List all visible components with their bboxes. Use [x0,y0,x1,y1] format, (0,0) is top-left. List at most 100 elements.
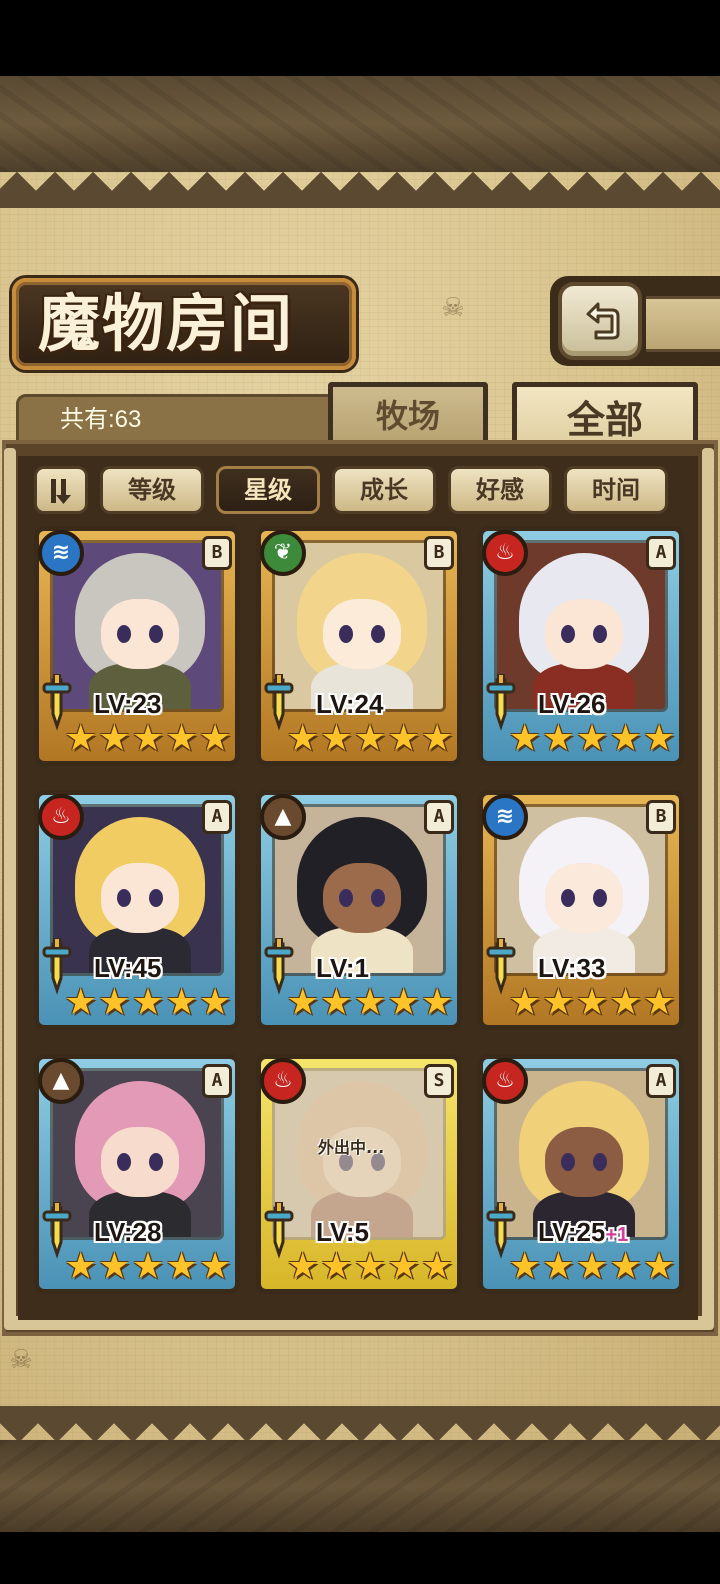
sort-by-affection-button[interactable]: 好感 [448,466,552,514]
portrait-face [101,1127,179,1197]
star-icon: ★ [575,982,609,1023]
star-icon: ★ [98,982,131,1023]
star-icon: ★ [609,1246,642,1287]
star-icon: ★ [542,982,575,1023]
level-value: LV:5 [316,1217,369,1247]
tab-ranch[interactable]: 牧场 [328,382,488,442]
monster-card[interactable]: ▲ A LV:1 ★ ★ ★ ★ ★ [256,790,462,1030]
star-icon: ★ [64,1246,97,1287]
sort-order-toggle[interactable] [34,466,88,514]
star-rating: ★ ★ ★ ★ ★ [508,718,676,759]
star-icon: ★ [286,1246,319,1287]
level-value: LV:1 [316,953,369,983]
element-glyph: ❦ [273,540,293,565]
portrait-eye [339,625,353,643]
level-value: LV:45 [94,953,162,983]
skull-map-icon: ☠ [441,293,465,323]
monster-level: LV:45 [94,950,234,986]
earth-element-icon: ▲ [260,794,306,840]
water-element-icon: ≋ [482,794,528,840]
star-icon: ★ [131,718,165,759]
return-arrow-icon [586,302,620,340]
star-icon: ★ [98,718,131,759]
portrait-eye [561,625,575,643]
back-button-rail [646,296,720,352]
skull-map-icon: ☠ [9,1345,33,1375]
monster-card[interactable]: ≋ B LV:33 ★ ★ ★ ★ ★ [478,790,684,1030]
away-status-label: 外出中... [318,1138,385,1157]
portrait-eye [149,625,163,643]
element-glyph: ≋ [495,804,515,829]
monster-card[interactable]: ♨ A LV:26 ★ ★ ★ ★ ★ [478,526,684,766]
tab-ranch-label: 牧场 [375,397,440,435]
level-value: LV:33 [538,953,606,983]
element-glyph: ≋ [51,540,71,565]
monster-card[interactable]: ❦ B LV:24 ★ ★ ★ ★ ★ [256,526,462,766]
rank-badge: B [202,536,232,570]
element-glyph: ▲ [274,804,292,829]
portrait-face [101,599,179,669]
star-icon: ★ [199,718,232,759]
monster-card[interactable]: ♨ A LV:25+1 ★ ★ ★ ★ ★ [478,1054,684,1294]
monster-level: LV:24 [316,686,456,722]
sort-by-stars-button[interactable]: 星级 [216,466,320,514]
star-icon: ★ [387,718,420,759]
star-icon: ★ [320,718,353,759]
star-icon: ★ [609,982,642,1023]
star-icon: ★ [609,718,642,759]
torn-edge-bottom [0,1406,720,1442]
star-icon: ★ [421,982,454,1023]
rank-badge: A [202,1064,232,1098]
sort-by-growth-button[interactable]: 成长 [332,466,436,514]
portrait-face [545,863,623,933]
monster-level: LV:28 [94,1214,234,1250]
star-icon: ★ [353,982,387,1023]
fire-element-icon: ♨ [482,1058,528,1104]
monster-level: LV:5 [316,1214,456,1250]
portrait-eye [149,1153,163,1171]
monster-card[interactable]: ▲ A LV:28 ★ ★ ★ ★ ★ [34,1054,240,1294]
element-glyph: ♨ [495,1068,515,1093]
monster-level: LV:25+1 [538,1214,678,1250]
status-bar [0,0,720,76]
map-background-top [0,76,720,172]
star-rating: ★ ★ ★ ★ ★ [64,718,232,759]
monster-card[interactable]: ≋ B LV:23 ★ ★ ★ ★ ★ [34,526,240,766]
monster-card[interactable]: 外出中... ♨ S LV:5 ★ ★ ★ ★ ★ [256,1054,462,1294]
sort-by-time-button[interactable]: 时间 [564,466,668,514]
element-glyph: ♨ [51,804,71,829]
star-icon: ★ [199,1246,232,1287]
monster-level: LV:26 [538,686,678,722]
portrait-eye [593,889,607,907]
star-icon: ★ [64,718,97,759]
portrait-eye [117,625,131,643]
star-icon: ★ [199,982,232,1023]
sort-by-level-button[interactable]: 等级 [100,466,204,514]
level-value: LV:24 [316,689,384,719]
star-rating: ★ ★ ★ ★ ★ [286,718,454,759]
earth-element-icon: ▲ [38,1058,84,1104]
portrait-face [545,599,623,669]
portrait-face [545,1127,623,1197]
monster-count: 共有:63 [60,406,142,433]
star-icon: ★ [286,718,319,759]
back-button[interactable] [558,282,642,360]
level-value: LV:26 [538,689,606,719]
star-icon: ★ [131,982,165,1023]
star-icon: ★ [353,718,387,759]
fire-element-icon: ♨ [482,530,528,576]
star-icon: ★ [421,1246,454,1287]
star-icon: ★ [508,982,541,1023]
element-glyph: ♨ [273,1068,293,1093]
portrait-eye [117,1153,131,1171]
star-rating: ★ ★ ★ ★ ★ [64,1246,232,1287]
monster-card[interactable]: ♨ A LV:45 ★ ★ ★ ★ ★ [34,790,240,1030]
element-glyph: ♨ [495,540,515,565]
rank-badge: A [646,1064,676,1098]
level-value: LV:28 [94,1217,162,1247]
star-icon: ★ [643,718,676,759]
star-icon: ★ [286,982,319,1023]
rank-badge: A [202,800,232,834]
star-icon: ★ [64,982,97,1023]
fire-element-icon: ♨ [260,1058,306,1104]
